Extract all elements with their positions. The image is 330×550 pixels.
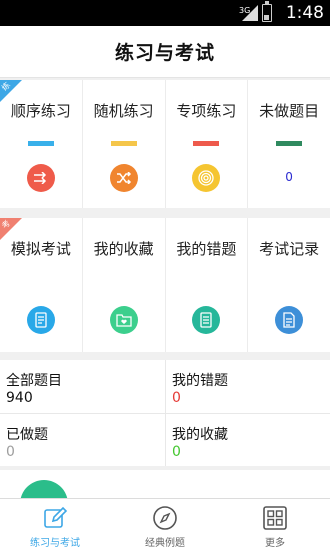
exam-ribbon-label: 考: [0, 218, 13, 231]
exam-paper-icon: [26, 306, 55, 334]
special-practice-bar: [193, 141, 220, 146]
favorites-label: 我的收藏: [172, 427, 228, 443]
sequence-practice-label: 顺序练习: [10, 102, 71, 120]
tab-classic-examples-label: 经典例题: [145, 538, 185, 549]
tab-practice-exam[interactable]: 练习与考试: [0, 499, 110, 550]
grid-more-icon: [263, 506, 287, 530]
app-header: 练习与考试: [0, 26, 330, 78]
undone-questions-bar: [276, 141, 303, 146]
wrong-questions-value: 0: [172, 390, 181, 406]
exam-records-label: 考试记录: [259, 240, 320, 258]
exam-ribbon: 考: [0, 218, 22, 240]
shuffle-icon: [109, 164, 138, 192]
my-favorites-label: 我的收藏: [93, 240, 154, 258]
tab-more[interactable]: 更多: [220, 499, 330, 550]
status-icons: 3G: [239, 1, 272, 22]
tab-practice-exam-label: 练习与考试: [30, 538, 80, 549]
exam-panel: 考 模拟考试 我的收藏 我的错题 考试记录: [0, 218, 330, 352]
all-questions-label: 全部题目: [6, 373, 62, 389]
practice-panel: 练 顺序练习 随机练习 专项练习 未做题目 0: [0, 80, 330, 208]
practice-ribbon: 练: [0, 80, 22, 102]
clock: 1:48: [285, 3, 324, 23]
favorites-stat[interactable]: 我的收藏 0: [165, 413, 330, 466]
done-questions-value: 0: [6, 444, 15, 460]
sequence-arrows-icon: [26, 164, 55, 192]
wrong-questions-label: 我的错题: [172, 373, 228, 389]
special-practice-label: 专项练习: [176, 102, 237, 120]
target-icon: [192, 164, 221, 192]
wrong-list-icon: [192, 306, 221, 334]
undone-questions-button[interactable]: 未做题目 0: [248, 80, 330, 208]
edit-pencil-icon: [44, 506, 68, 528]
random-practice-button[interactable]: 随机练习: [83, 80, 166, 208]
tab-classic-examples[interactable]: 经典例题: [110, 499, 220, 550]
my-favorites-button[interactable]: 我的收藏: [83, 218, 166, 352]
all-questions-stat[interactable]: 全部题目 940: [0, 360, 165, 413]
battery-icon: [262, 1, 272, 22]
compass-icon: [153, 506, 177, 530]
special-practice-button[interactable]: 专项练习: [166, 80, 249, 208]
undone-count: 0: [285, 170, 293, 184]
random-practice-label: 随机练习: [93, 102, 154, 120]
my-wrong-label: 我的错题: [176, 240, 237, 258]
signal-icon: 3G: [239, 5, 258, 21]
my-wrong-button[interactable]: 我的错题: [166, 218, 249, 352]
favorites-value: 0: [172, 444, 181, 460]
favorites-folder-icon: [109, 306, 138, 334]
sequence-practice-bar: [27, 141, 54, 146]
done-questions-label: 已做题: [6, 427, 48, 443]
page-title: 练习与考试: [114, 42, 215, 64]
record-doc-icon: [275, 306, 304, 334]
done-questions-stat[interactable]: 已做题 0: [0, 413, 165, 466]
stats-panel: 全部题目 940 我的错题 0 已做题 0 我的收藏 0: [0, 360, 330, 466]
tab-more-label: 更多: [265, 538, 285, 549]
status-bar: 3G 1:48: [0, 0, 330, 26]
exam-records-button[interactable]: 考试记录: [248, 218, 330, 352]
undone-questions-label: 未做题目: [259, 102, 320, 120]
wrong-questions-stat[interactable]: 我的错题 0: [165, 360, 330, 413]
mock-exam-label: 模拟考试: [10, 240, 71, 258]
bottom-tab-bar: 练习与考试 经典例题 更多: [0, 498, 330, 550]
all-questions-value: 940: [6, 390, 33, 406]
random-practice-bar: [110, 141, 137, 146]
practice-ribbon-label: 练: [0, 80, 13, 93]
